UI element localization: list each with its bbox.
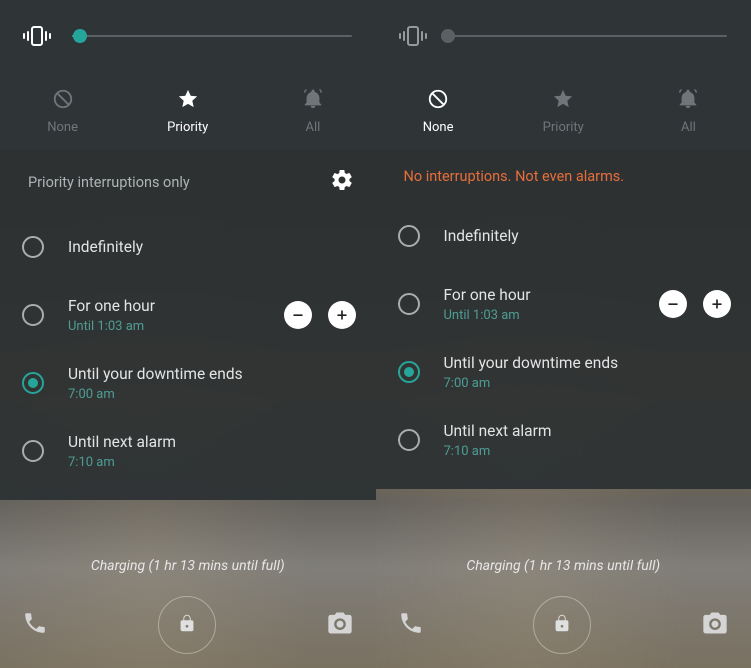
option-subtitle: Until 1:03 am bbox=[68, 319, 276, 334]
volume-row bbox=[0, 0, 376, 72]
option-subtitle: 7:10 am bbox=[68, 455, 356, 470]
mode-priority[interactable]: Priority bbox=[125, 72, 250, 150]
mode-all[interactable]: All bbox=[626, 72, 751, 150]
mode-all-label: All bbox=[306, 120, 321, 135]
volume-row bbox=[376, 0, 751, 72]
option-title: For one hour bbox=[68, 297, 276, 315]
device-left: None Priority All Priority interruptions… bbox=[0, 0, 376, 668]
lock-screen-bottom: Charging (1 hr 13 mins until full) bbox=[0, 558, 376, 668]
option-for-one-hour[interactable]: For one hour Until 1:03 am bbox=[14, 284, 362, 346]
option-title: For one hour bbox=[444, 286, 652, 304]
charging-status: Charging (1 hr 13 mins until full) bbox=[0, 558, 376, 574]
radio-icon bbox=[398, 361, 420, 383]
mode-none-label: None bbox=[47, 120, 78, 135]
duration-options: Indefinitely For one hour Until 1:03 am … bbox=[14, 216, 362, 482]
header-title: Priority interruptions only bbox=[28, 174, 190, 191]
minus-button[interactable] bbox=[659, 290, 687, 318]
volume-panel: None Priority All bbox=[376, 0, 751, 150]
option-indefinitely[interactable]: Indefinitely bbox=[14, 216, 362, 278]
interruption-modes: None Priority All bbox=[376, 72, 751, 150]
option-title: Indefinitely bbox=[68, 238, 356, 256]
option-for-one-hour[interactable]: For one hour Until 1:03 am bbox=[390, 273, 738, 335]
device-right: None Priority All No interruptions. Not … bbox=[376, 0, 751, 668]
option-title: Until next alarm bbox=[444, 422, 732, 440]
vibrate-icon bbox=[396, 24, 430, 48]
mode-none-label: None bbox=[423, 120, 454, 135]
option-until-next-alarm[interactable]: Until next alarm 7:10 am bbox=[390, 409, 738, 471]
duration-panel: No interruptions. Not even alarms. Indef… bbox=[376, 150, 751, 489]
plus-button[interactable] bbox=[328, 301, 356, 329]
star-icon bbox=[552, 88, 574, 114]
option-title: Until your downtime ends bbox=[68, 365, 356, 383]
gear-icon[interactable] bbox=[330, 168, 354, 196]
camera-icon[interactable] bbox=[326, 609, 354, 641]
radio-icon bbox=[398, 429, 420, 451]
option-until-downtime-ends[interactable]: Until your downtime ends 7:00 am bbox=[14, 352, 362, 414]
plus-button[interactable] bbox=[703, 290, 731, 318]
block-icon bbox=[427, 88, 449, 114]
radio-icon bbox=[398, 293, 420, 315]
minus-button[interactable] bbox=[284, 301, 312, 329]
mode-priority-label: Priority bbox=[167, 120, 208, 135]
vibrate-icon bbox=[20, 24, 54, 48]
duration-panel: Priority interruptions only Indefinitely… bbox=[0, 150, 376, 500]
option-title: Until next alarm bbox=[68, 433, 356, 451]
radio-icon bbox=[22, 304, 44, 326]
mode-all[interactable]: All bbox=[250, 72, 375, 150]
mode-none[interactable]: None bbox=[0, 72, 125, 150]
mode-priority-label: Priority bbox=[543, 120, 584, 135]
star-icon bbox=[177, 88, 199, 114]
bell-icon bbox=[677, 88, 699, 114]
unlock-button[interactable] bbox=[533, 596, 591, 654]
phone-icon[interactable] bbox=[398, 610, 424, 640]
option-subtitle: 7:00 am bbox=[444, 376, 732, 391]
charging-status: Charging (1 hr 13 mins until full) bbox=[376, 558, 751, 574]
bell-icon bbox=[302, 88, 324, 114]
option-until-downtime-ends[interactable]: Until your downtime ends 7:00 am bbox=[390, 341, 738, 403]
radio-icon bbox=[22, 236, 44, 258]
mode-all-label: All bbox=[681, 120, 696, 135]
radio-icon bbox=[22, 372, 44, 394]
mode-none[interactable]: None bbox=[376, 72, 501, 150]
radio-icon bbox=[22, 440, 44, 462]
panel-header: No interruptions. Not even alarms. bbox=[390, 168, 738, 205]
option-indefinitely[interactable]: Indefinitely bbox=[390, 205, 738, 267]
volume-slider[interactable] bbox=[448, 35, 728, 37]
option-subtitle: 7:00 am bbox=[68, 387, 356, 402]
panel-header: Priority interruptions only bbox=[14, 168, 362, 216]
lock-screen-bottom: Charging (1 hr 13 mins until full) bbox=[376, 558, 751, 668]
option-subtitle: Until 1:03 am bbox=[444, 308, 652, 323]
lock-icon bbox=[176, 612, 198, 638]
mode-priority[interactable]: Priority bbox=[501, 72, 626, 150]
option-until-next-alarm[interactable]: Until next alarm 7:10 am bbox=[14, 420, 362, 482]
option-subtitle: 7:10 am bbox=[444, 444, 732, 459]
volume-slider[interactable] bbox=[72, 35, 352, 37]
volume-panel: None Priority All bbox=[0, 0, 376, 150]
option-title: Until your downtime ends bbox=[444, 354, 732, 372]
interruption-modes: None Priority All bbox=[0, 72, 376, 150]
option-title: Indefinitely bbox=[444, 227, 732, 245]
radio-icon bbox=[398, 225, 420, 247]
lock-icon bbox=[551, 612, 573, 638]
phone-icon[interactable] bbox=[22, 610, 48, 640]
duration-options: Indefinitely For one hour Until 1:03 am … bbox=[390, 205, 738, 471]
camera-icon[interactable] bbox=[701, 609, 729, 641]
unlock-button[interactable] bbox=[158, 596, 216, 654]
header-title: No interruptions. Not even alarms. bbox=[404, 168, 625, 185]
block-icon bbox=[52, 88, 74, 114]
